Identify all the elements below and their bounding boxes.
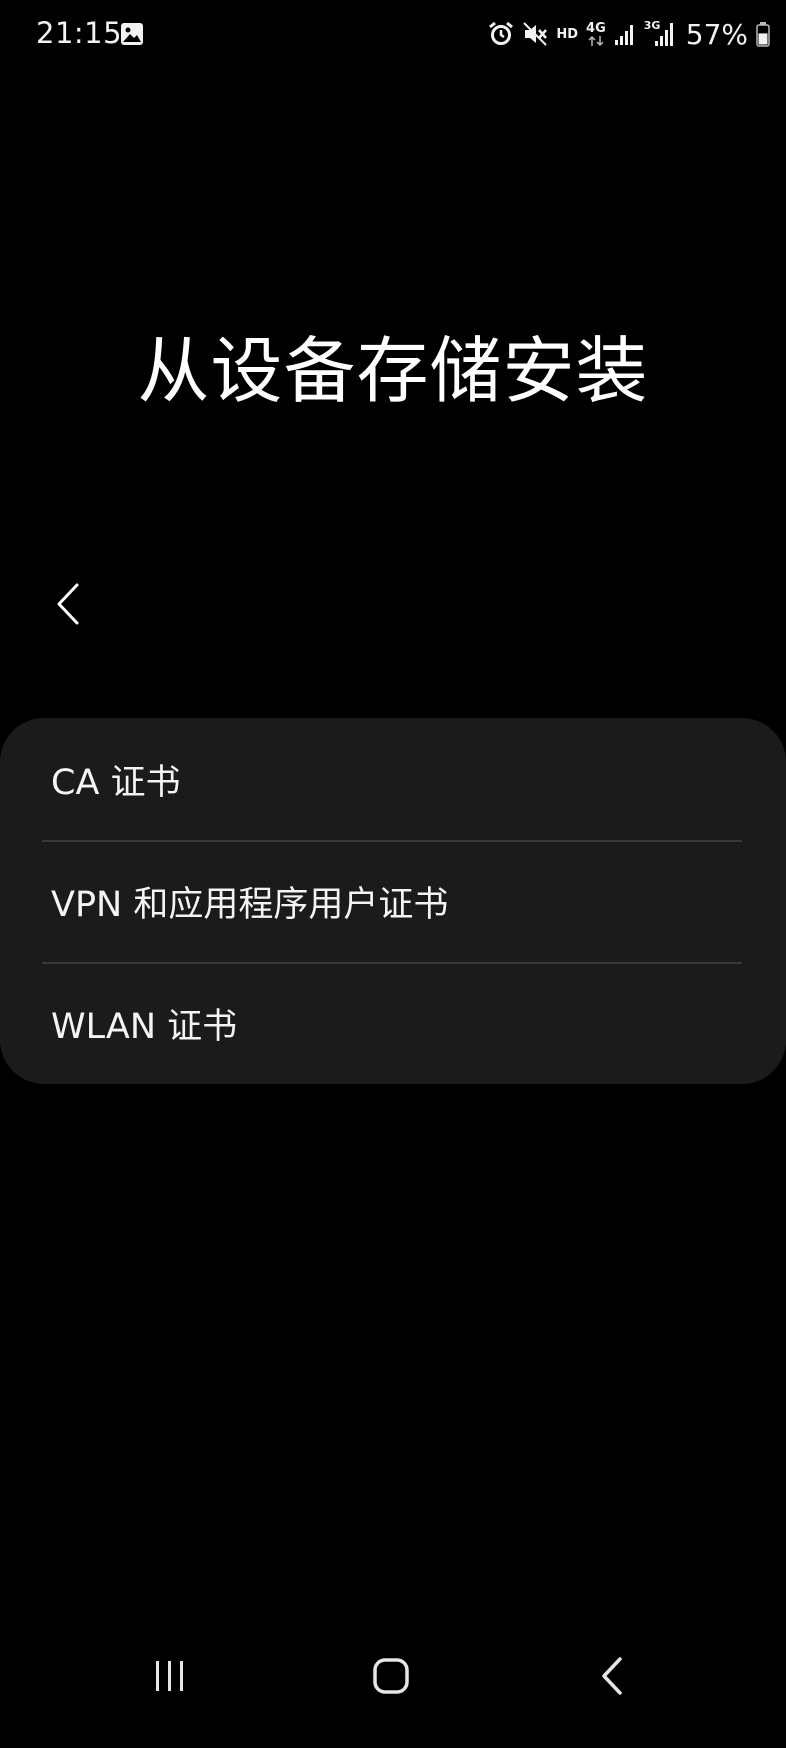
navigation-bar <box>0 1608 786 1748</box>
3g-label: 3G <box>643 19 661 32</box>
image-notification-icon <box>120 22 144 46</box>
back-button[interactable] <box>44 578 92 634</box>
home-button[interactable] <box>351 1648 431 1708</box>
list-item-label: CA 证书 <box>51 762 181 803</box>
home-icon <box>372 1657 410 1699</box>
back-nav-button[interactable] <box>572 1648 652 1708</box>
list-item-ca-certificate[interactable]: CA 证书 <box>0 718 786 840</box>
back-icon <box>598 1656 626 1700</box>
status-icons: HD 4G 3G 57% <box>488 14 770 54</box>
4g-data-icon: 4G <box>586 18 606 50</box>
battery-icon <box>756 18 770 50</box>
alarm-icon <box>488 18 514 50</box>
list-item-vpn-app-user-certificate[interactable]: VPN 和应用程序用户证书 <box>0 840 786 962</box>
signal-icon <box>614 18 636 50</box>
list-item-wlan-certificate[interactable]: WLAN 证书 <box>0 962 786 1084</box>
hd-voice-icon: HD <box>556 26 579 42</box>
recents-button[interactable] <box>130 1648 210 1708</box>
page-title: 从设备存储安装 <box>137 329 649 413</box>
battery-percent: 57% <box>685 17 748 51</box>
certificate-options-card: CA 证书 VPN 和应用程序用户证书 WLAN 证书 <box>0 718 786 1084</box>
4g-label: 4G <box>586 20 606 36</box>
3g-signal-icon: 3G <box>644 18 676 50</box>
mute-icon <box>522 18 548 50</box>
chevron-left-icon <box>53 582 83 630</box>
status-time: 21:15 <box>36 16 123 50</box>
list-item-label: VPN 和应用程序用户证书 <box>51 884 449 925</box>
recents-icon <box>152 1658 188 1698</box>
status-bar: 21:15 HD 4G 3G 57% <box>0 0 786 70</box>
list-item-label: WLAN 证书 <box>51 1006 238 1047</box>
